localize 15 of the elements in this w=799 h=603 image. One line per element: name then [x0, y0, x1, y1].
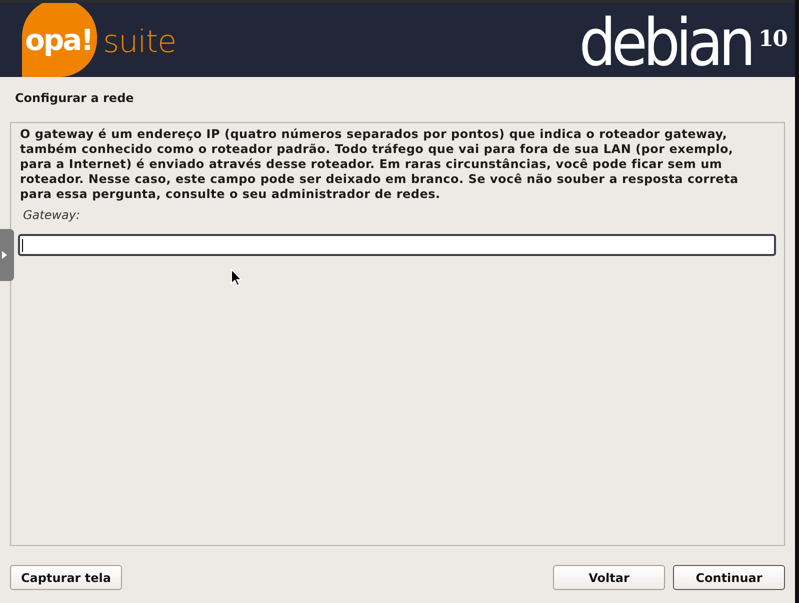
page-title: Configurar a rede	[14, 90, 135, 107]
side-panel-handle[interactable]	[0, 229, 14, 281]
dialog-button[interactable]: Capturar tela	[10, 565, 122, 590]
version-number: 10	[758, 28, 787, 50]
gateway-input-field[interactable]	[18, 234, 776, 256]
dialog-button[interactable]: Continuar	[673, 565, 785, 590]
dialog-button[interactable]: Voltar	[553, 565, 665, 590]
text-caret-icon	[22, 238, 23, 252]
logo-wordmark: debian	[578, 11, 752, 76]
field-label: Gateway:	[23, 207, 82, 223]
description-text: O gateway é um endereço IP (quatro números separados por pontos) que indica o roteador gateway, também conhecido como o roteador padrão. Todo tráfego que vai para fora de sua LAN (por exemplo, para a Internet) é enviado através desse roteador. Em raras circunstâncias, você pode ficar sem um roteador. Nesse caso, este campo pode ser deixado em branco. Se você não souber a resposta correta para essa pergunta, consulte o seu administrador de redes.	[20, 127, 740, 202]
logo-word: suite	[103, 26, 176, 58]
mouse-pointer-icon	[231, 269, 242, 286]
triangle-icon	[2, 251, 7, 259]
logo-mark: opa!	[25, 26, 92, 54]
